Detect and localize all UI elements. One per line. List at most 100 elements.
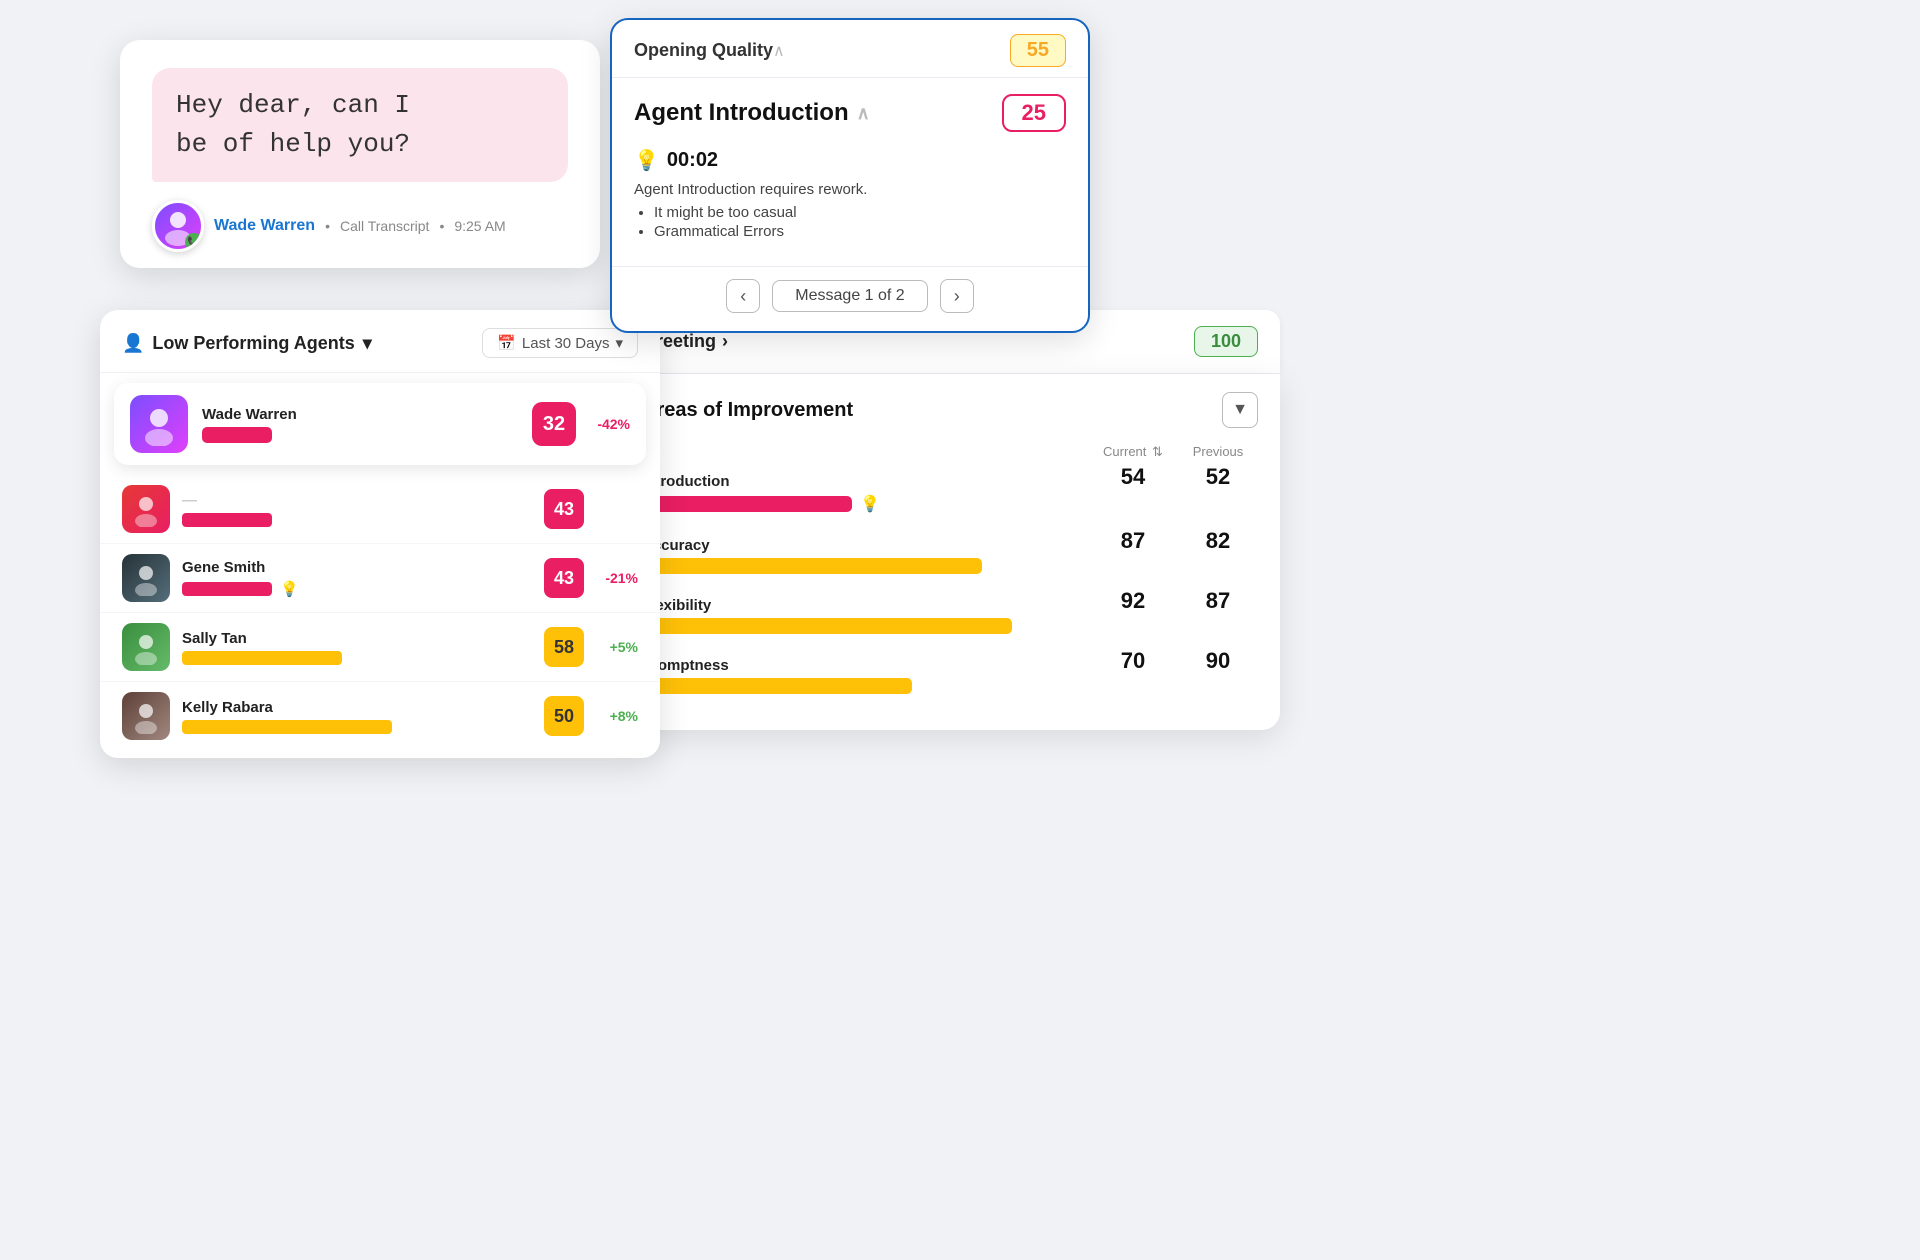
opening-quality-bar: Opening Quality ∧ 55 — [612, 20, 1088, 78]
metric-bar-flexibility — [642, 618, 1012, 634]
opening-quality-score: 55 — [1010, 34, 1066, 67]
agent-score-2: 43 — [544, 489, 584, 529]
metric-current-flexibility: 92 — [1088, 588, 1178, 614]
metric-label-accuracy: Accuracy — [642, 537, 1088, 554]
agent-row-sally[interactable]: Sally Tan 58 +5% — [100, 613, 660, 682]
agent-bar-kelly — [182, 720, 392, 734]
opening-quality-chevron: ∧ — [773, 41, 785, 61]
lpa-body: Wade Warren 32 -42% — 43 — [100, 383, 660, 758]
sort-icon: ⇅ — [1152, 444, 1163, 459]
agent-intro-body: 💡 00:02 Agent Introduction requires rewo… — [612, 140, 1088, 258]
metric-row-introduction: Introduction 54 52 💡 — [642, 464, 1258, 514]
agent-info-gene: Gene Smith 💡 — [182, 559, 532, 598]
agent-score-wade: 32 — [532, 402, 576, 446]
metric-row-accuracy: Accuracy 87 82 — [642, 528, 1258, 574]
bulb-icon-gene: 💡 — [280, 580, 299, 598]
greeting-chevron-icon: › — [722, 331, 728, 352]
lpa-date-chevron: ▾ — [615, 334, 623, 352]
calendar-icon: 📅 — [497, 334, 516, 352]
agent-bar-wrap-gene: 💡 — [182, 580, 532, 598]
metric-bar-accuracy — [642, 558, 982, 574]
agent-delta-sally: +5% — [596, 639, 638, 655]
metric-bar-row-flexibility — [642, 618, 1258, 634]
agent-bar-2 — [182, 513, 272, 527]
metric-bar-row-accuracy — [642, 558, 1258, 574]
col-previous-header: Previous — [1178, 444, 1258, 460]
nav-next-button[interactable]: › — [940, 279, 974, 313]
agent-name-wade: Wade Warren — [202, 406, 518, 423]
metric-prev-introduction: 52 — [1178, 464, 1258, 490]
agent-delta-gene: -21% — [596, 570, 638, 586]
metric-current-accuracy: 87 — [1088, 528, 1178, 554]
nav-prev-button[interactable]: ‹ — [726, 279, 760, 313]
agent-avatar-gene — [122, 554, 170, 602]
agent-bar-sally — [182, 651, 342, 665]
agent-bar-wrap-2 — [182, 513, 532, 527]
agent-name-gene: Gene Smith — [182, 559, 532, 576]
agent-row-gene[interactable]: Gene Smith 💡 43 -21% — [100, 544, 660, 613]
agent-info-sally: Sally Tan — [182, 630, 532, 665]
lpa-title: Low Performing Agents — [152, 333, 354, 354]
phone-icon: 📞 — [185, 233, 203, 251]
agent-bar-wade — [202, 427, 272, 443]
agent-avatar-wade — [130, 395, 188, 453]
agent-score-sally: 58 — [544, 627, 584, 667]
agent-info-wade: Wade Warren — [202, 406, 518, 443]
chat-agent-name: Wade Warren — [214, 217, 315, 235]
lpa-card: 👤 Low Performing Agents ▾ 📅 Last 30 Days… — [100, 310, 660, 758]
agent-intro-header: Agent Introduction ∧ 25 — [612, 78, 1088, 140]
aoi-header: Areas of Improvement ▼ — [642, 392, 1258, 428]
ai-bullets: It might be too casual Grammatical Error… — [634, 204, 1066, 240]
agent-info-kelly: Kelly Rabara — [182, 699, 532, 734]
chat-bubble-line2: be of help you? — [176, 129, 410, 159]
agent-avatar-kelly — [122, 692, 170, 740]
metric-label-promptness: Promptness — [642, 657, 1088, 674]
ai-timestamp: 💡 00:02 — [634, 148, 1066, 173]
chat-meta-separator: • — [325, 218, 330, 234]
chat-bubble: Hey dear, can I be of help you? — [152, 68, 568, 182]
metric-bar-introduction — [642, 496, 852, 512]
metric-header-promptness: Promptness 70 90 — [642, 648, 1258, 674]
metric-header-flexibility: Flexibility 92 87 — [642, 588, 1258, 614]
wade-bar-wrap — [202, 427, 518, 443]
bulb-icon: 💡 — [634, 148, 659, 173]
metric-prev-flexibility: 87 — [1178, 588, 1258, 614]
agent-intro-title: Agent Introduction ∧ — [634, 99, 870, 127]
agent-name-kelly: Kelly Rabara — [182, 699, 532, 716]
metric-prev-accuracy: 82 — [1178, 528, 1258, 554]
metric-row-flexibility: Flexibility 92 87 — [642, 588, 1258, 634]
col-current-header: Current ⇅ — [1088, 444, 1178, 460]
agent-row-2[interactable]: — 43 — [100, 475, 660, 544]
avatar: 📞 — [152, 200, 204, 252]
agent-bar-wrap-kelly — [182, 720, 532, 734]
ai-nav: ‹ Message 1 of 2 › — [612, 266, 1088, 331]
lpa-date-button[interactable]: 📅 Last 30 Days ▾ — [482, 328, 638, 358]
filter-button[interactable]: ▼ — [1222, 392, 1258, 428]
lpa-title-button[interactable]: 👤 Low Performing Agents ▾ — [122, 333, 372, 354]
lpa-chevron-icon: ▾ — [363, 333, 372, 354]
chat-meta: 📞 Wade Warren • Call Transcript • 9:25 A… — [152, 200, 568, 252]
metric-prev-promptness: 90 — [1178, 648, 1258, 674]
metric-current-promptness: 70 — [1088, 648, 1178, 674]
agent-intro-card: Opening Quality ∧ 55 Agent Introduction … — [610, 18, 1090, 333]
aoi-title: Areas of Improvement — [642, 399, 853, 422]
ai-description: Agent Introduction requires rework. — [634, 181, 1066, 198]
metric-label-flexibility: Flexibility — [642, 597, 1088, 614]
metric-row-promptness: Promptness 70 90 — [642, 648, 1258, 694]
metric-label-introduction: Introduction — [642, 473, 1088, 490]
agent-name-2: — — [182, 492, 532, 509]
agent-row-kelly[interactable]: Kelly Rabara 50 +8% — [100, 682, 660, 750]
intro-chevron: ∧ — [857, 103, 870, 124]
person-icon: 👤 — [122, 333, 144, 354]
chat-meta-separator2: • — [439, 218, 444, 234]
metric-header-accuracy: Accuracy 87 82 — [642, 528, 1258, 554]
metric-current-introduction: 54 — [1088, 464, 1178, 490]
agent-row-wade[interactable]: Wade Warren 32 -42% — [114, 383, 646, 465]
agent-avatar-2 — [122, 485, 170, 533]
lpa-date-label: Last 30 Days — [522, 335, 610, 352]
chat-bubble-line1: Hey dear, can I — [176, 90, 410, 120]
agent-delta-kelly: +8% — [596, 708, 638, 724]
bulb-icon-intro: 💡 — [860, 494, 880, 514]
agent-bar-wrap-sally — [182, 651, 532, 665]
agent-score-gene: 43 — [544, 558, 584, 598]
